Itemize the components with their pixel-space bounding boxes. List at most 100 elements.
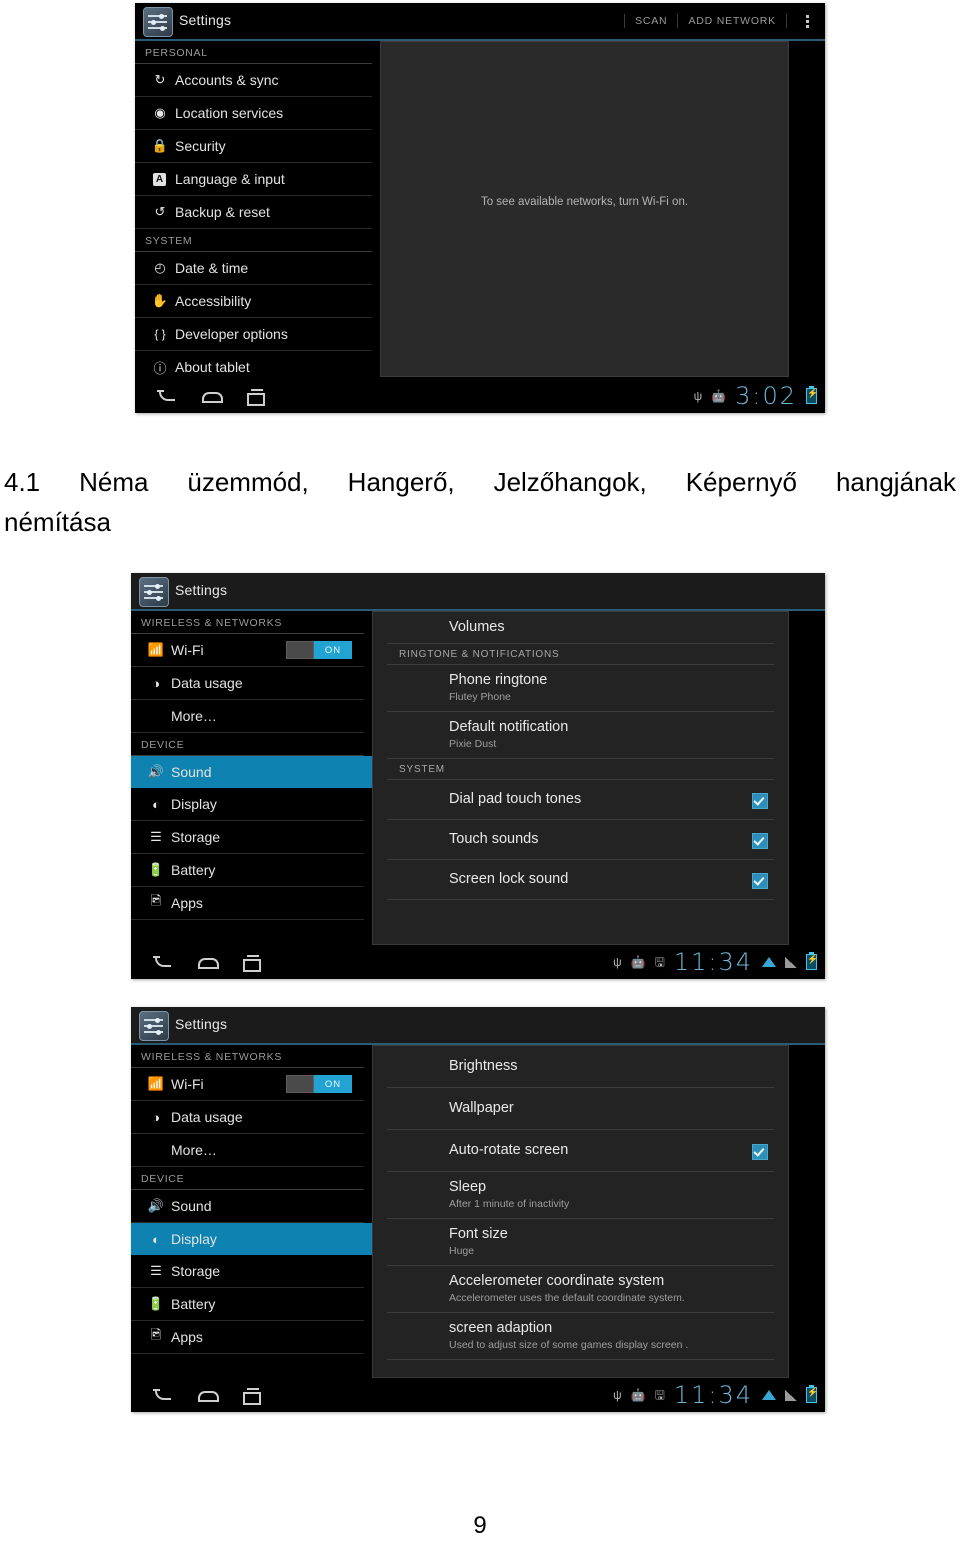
- speaker-icon: 🔊: [147, 1198, 165, 1213]
- sidebar-item-storage[interactable]: ☰ Storage: [131, 821, 364, 854]
- recents-icon[interactable]: [241, 954, 261, 972]
- home-icon[interactable]: [201, 388, 223, 404]
- sidebar-item-sound[interactable]: 🔊 Sound: [131, 756, 372, 788]
- android-debug-icon: 🤖: [711, 389, 727, 403]
- sync-icon: ↻: [154, 72, 166, 87]
- sidebar-item-wifi[interactable]: 📶 Wi-Fi ON: [131, 1068, 364, 1101]
- sidebar-item-apps[interactable]: 🖻 Apps: [131, 1321, 364, 1354]
- row-title: Screen lock sound: [449, 871, 569, 887]
- back-icon[interactable]: [153, 1387, 173, 1403]
- sidebar-item-accounts-sync[interactable]: ↻ Accounts & sync: [135, 64, 372, 97]
- row-auto-rotate-screen[interactable]: Auto-rotate screen: [387, 1130, 774, 1172]
- row-subtitle: Flutey Phone: [449, 691, 511, 703]
- wifi-icon: 📶: [147, 1076, 165, 1091]
- status-clock: 11:34: [673, 1381, 753, 1409]
- sidebar-item-language-input[interactable]: A Language & input: [135, 163, 372, 196]
- row-dial-pad-touch-tones[interactable]: Dial pad touch tones: [387, 780, 774, 820]
- row-phone-ringtone[interactable]: Phone ringtone Flutey Phone: [387, 665, 774, 712]
- row-subtitle: After 1 minute of inactivity: [449, 1198, 570, 1210]
- wifi-toggle[interactable]: ON: [286, 1075, 352, 1093]
- settings-app-icon: [139, 577, 169, 607]
- row-screen-lock-sound[interactable]: Screen lock sound: [387, 860, 774, 900]
- sidebar-item-label: Battery: [171, 1296, 216, 1312]
- sidebar-item-more[interactable]: More…: [131, 1134, 364, 1167]
- row-font-size[interactable]: Font size Huge: [387, 1219, 774, 1266]
- sidebar-item-storage[interactable]: ☰ Storage: [131, 1255, 364, 1288]
- sidebar-item-label: Location services: [175, 105, 284, 121]
- sidebar-item-label: Security: [175, 138, 226, 154]
- heading-word-1: üzemmód,: [187, 467, 309, 497]
- sidebar-item-security[interactable]: 🔒 Security: [135, 130, 372, 163]
- sidebar-item-date-time[interactable]: ◴ Date & time: [135, 252, 372, 285]
- row-wallpaper[interactable]: Wallpaper: [387, 1088, 774, 1130]
- sidebar-item-backup-reset[interactable]: ↺ Backup & reset: [135, 196, 372, 229]
- location-icon: ◉: [154, 105, 166, 120]
- recents-icon[interactable]: [245, 388, 265, 406]
- scan-button[interactable]: SCAN: [624, 14, 679, 28]
- sidebar-group-wireless-networks: WIRELESS & NETWORKS: [131, 1045, 364, 1068]
- sidebar-item-accessibility[interactable]: ✋ Accessibility: [135, 285, 372, 318]
- sidebar-item-data-usage[interactable]: ◑ Data usage: [131, 667, 364, 700]
- sidebar-item-data-usage[interactable]: ◑ Data usage: [131, 1101, 364, 1134]
- sidebar-item-label: Sound: [171, 1198, 212, 1214]
- row-title: Brightness: [449, 1058, 518, 1074]
- row-default-notification[interactable]: Default notification Pixie Dust: [387, 712, 774, 759]
- row-accelerometer-coordinate-system[interactable]: Accelerometer coordinate system Accelero…: [387, 1266, 774, 1313]
- checkbox-touch-sounds[interactable]: [752, 832, 768, 849]
- add-network-button[interactable]: ADD NETWORK: [678, 14, 787, 28]
- toggle-knob: [286, 641, 314, 659]
- row-title: Accelerometer coordinate system: [449, 1273, 665, 1289]
- settings-app-icon: [143, 7, 173, 37]
- sidebar-item-label: Wi-Fi: [171, 642, 204, 658]
- sidebar-item-label: Developer options: [175, 326, 288, 342]
- sidebar-item-display[interactable]: ◐ Display: [131, 1223, 372, 1255]
- sidebar-item-location-services[interactable]: ◉ Location services: [135, 97, 372, 130]
- title-bar: Settings: [131, 573, 825, 611]
- sidebar-item-more[interactable]: More…: [131, 700, 364, 733]
- checkbox-auto-rotate-screen[interactable]: [752, 1143, 768, 1160]
- sidebar-item-label: Data usage: [171, 1109, 243, 1125]
- usb-icon: ψ: [613, 1388, 622, 1402]
- wifi-signal-icon: [762, 1389, 776, 1401]
- row-screen-adaption[interactable]: screen adaption Used to adjust size of s…: [387, 1313, 774, 1360]
- battery-charging-icon: [806, 1385, 818, 1403]
- back-icon[interactable]: [157, 388, 177, 404]
- wifi-icon: 📶: [147, 642, 165, 657]
- checkbox-dial-pad-touch-tones[interactable]: [752, 792, 768, 809]
- sidebar-item-battery[interactable]: 🔋 Battery: [131, 1288, 364, 1321]
- sidebar-item-developer-options[interactable]: { } Developer options: [135, 318, 372, 351]
- sidebar-item-display[interactable]: ◐ Display: [131, 788, 364, 821]
- empty-networks-panel: To see available networks, turn Wi-Fi on…: [380, 41, 789, 377]
- home-icon[interactable]: [197, 954, 219, 970]
- settings-sidebar: WIRELESS & NETWORKS 📶 Wi-Fi ON ◑ Data us…: [131, 611, 372, 979]
- sidebar-item-apps[interactable]: 🖻 Apps: [131, 887, 364, 920]
- wifi-content-area: To see available networks, turn Wi-Fi on…: [380, 41, 825, 413]
- heading-word-3: Jelzőhangok,: [493, 467, 647, 497]
- sidebar-item-wifi[interactable]: 📶 Wi-Fi ON: [131, 634, 364, 667]
- sidebar-item-battery[interactable]: 🔋 Battery: [131, 854, 364, 887]
- sidebar-item-label: Language & input: [175, 171, 285, 187]
- cell-signal-icon: [785, 1389, 797, 1401]
- wifi-toggle[interactable]: ON: [286, 641, 352, 659]
- recents-icon[interactable]: [241, 1387, 261, 1405]
- status-icons: ψ 🤖 3:02: [694, 382, 825, 410]
- row-sleep[interactable]: Sleep After 1 minute of inactivity: [387, 1172, 774, 1219]
- sidebar-group-wireless-networks: WIRELESS & NETWORKS: [131, 611, 364, 634]
- speaker-icon: 🔊: [147, 764, 165, 779]
- kebab-menu-icon[interactable]: [787, 14, 819, 28]
- wifi-signal-icon: [762, 956, 776, 968]
- back-icon[interactable]: [153, 954, 173, 970]
- checkbox-screen-lock-sound[interactable]: [752, 872, 768, 889]
- row-touch-sounds[interactable]: Touch sounds: [387, 820, 774, 860]
- group-ringtone-notifications: RINGTONE & NOTIFICATIONS: [387, 644, 774, 665]
- sidebar-item-sound[interactable]: 🔊 Sound: [131, 1190, 364, 1223]
- sidebar-item-label: About tablet: [175, 359, 250, 375]
- row-volumes[interactable]: Volumes: [387, 612, 774, 644]
- battery-charging-icon: [806, 386, 818, 404]
- row-title: Touch sounds: [449, 831, 539, 847]
- row-brightness[interactable]: Brightness: [387, 1046, 774, 1088]
- app-title: Settings: [175, 1016, 228, 1032]
- row-title: screen adaption: [449, 1320, 553, 1336]
- home-icon[interactable]: [197, 1387, 219, 1403]
- row-subtitle: Accelerometer uses the default coordinat…: [449, 1292, 685, 1304]
